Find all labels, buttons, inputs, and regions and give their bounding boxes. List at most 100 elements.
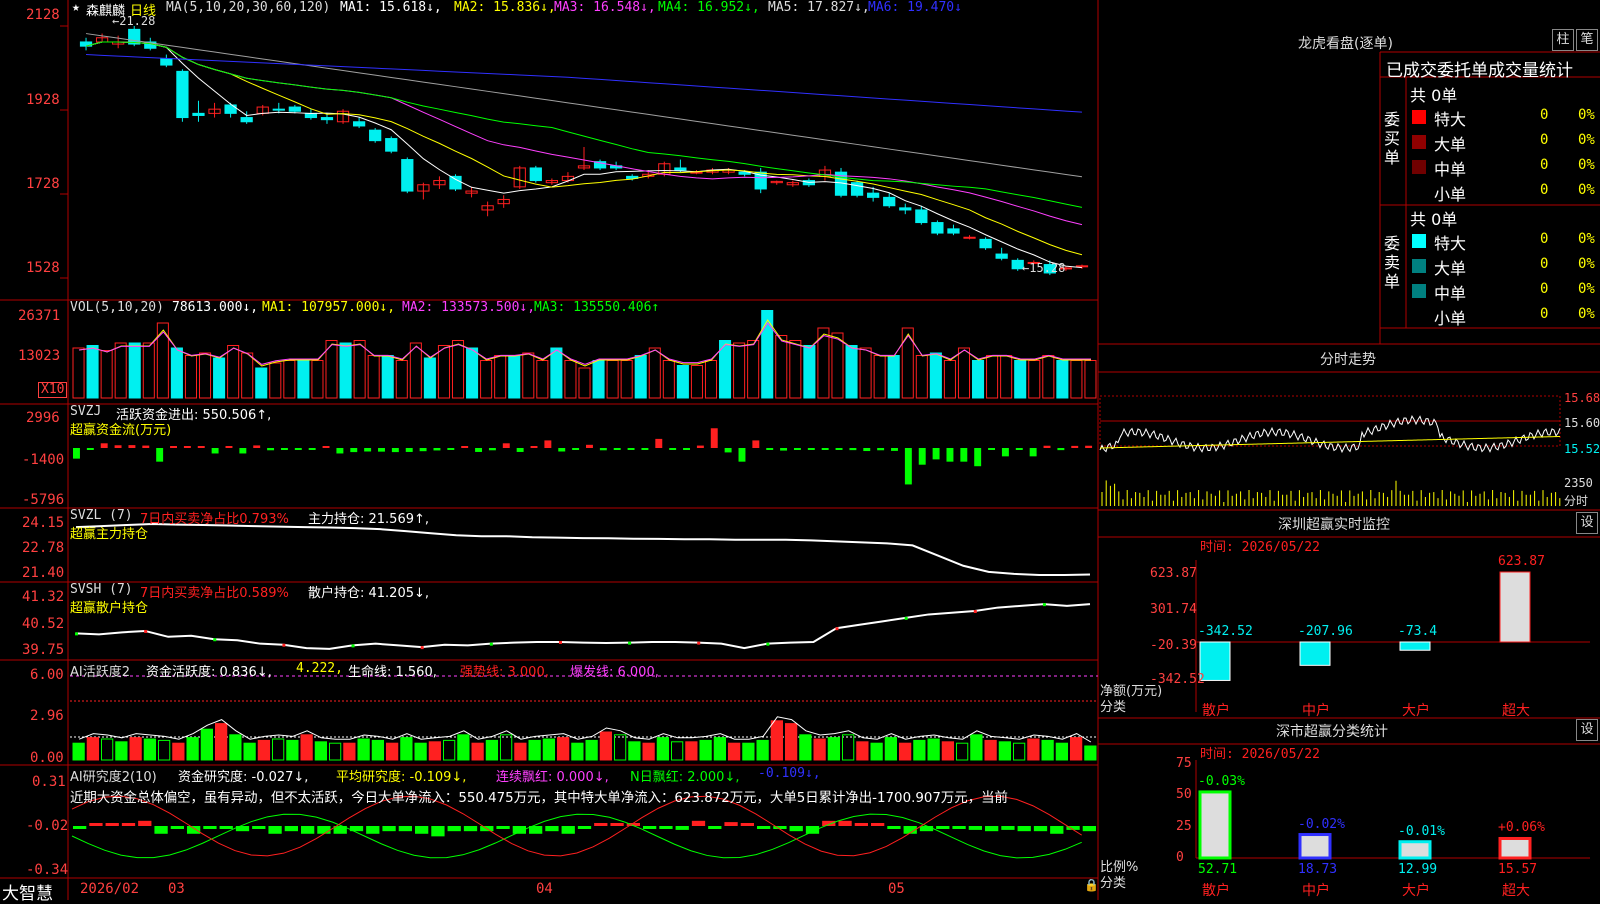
volume-bar [606, 360, 619, 399]
monitor-value: -207.96 [1298, 624, 1353, 639]
flow-bar [821, 448, 829, 450]
volume-bar [943, 360, 956, 399]
volume-bar [170, 347, 183, 399]
ma6-value: MA6: 19.470↓ [868, 0, 962, 15]
holding-marker [558, 640, 562, 644]
activity-bar [614, 734, 627, 761]
volume-bar [972, 360, 985, 399]
candle-body [1075, 265, 1089, 268]
research-bar [708, 826, 722, 829]
flow-bar [502, 443, 510, 448]
activity-bar [272, 738, 285, 761]
flow-bar [766, 448, 774, 450]
research-bar [203, 826, 217, 829]
flow-bar [627, 448, 635, 450]
research-bar [854, 823, 868, 826]
buy-row-value: 0 [1540, 107, 1549, 123]
activity-bar [770, 720, 783, 761]
date-axis-label: 03 [168, 881, 185, 897]
activity-bar [86, 737, 99, 761]
activity-bar [1041, 739, 1054, 761]
flow-bar [114, 445, 122, 448]
volume-bar [86, 345, 99, 399]
volume-bar [845, 345, 858, 399]
holding-marker [489, 642, 493, 646]
tick-mode-button[interactable]: 笔 [1576, 29, 1598, 51]
flow-bar [807, 448, 815, 450]
flow-bar [516, 448, 524, 452]
flow-bar [780, 448, 788, 451]
volume-bar [831, 332, 844, 399]
brand-logo[interactable]: 大智慧 [2, 879, 53, 904]
volume-bar [522, 352, 535, 399]
candle-body [883, 196, 896, 207]
activity-bar [799, 734, 812, 761]
activity-bar [956, 742, 969, 761]
sell-row-pct: 0% [1578, 306, 1595, 322]
volume-bar [1070, 360, 1083, 399]
volume-bar [466, 347, 479, 399]
activity-bar [628, 741, 641, 761]
vol-unit-button[interactable]: X10 [38, 382, 68, 398]
price-high-marker: ←21.28 [112, 14, 156, 28]
volume-bar [662, 360, 675, 399]
flow-bar [378, 448, 385, 452]
flow-bar [613, 448, 621, 450]
class-settings-button[interactable]: 设 [1576, 719, 1598, 741]
holding-marker [282, 643, 286, 647]
flow-bar [1057, 448, 1065, 451]
activity-bar [813, 738, 826, 761]
research-bar [610, 823, 624, 826]
research-bar [952, 826, 966, 829]
ma-line [86, 54, 1083, 113]
volume-bar [929, 352, 942, 399]
volume-bar [873, 355, 886, 399]
research-bar [138, 820, 152, 826]
flow-bar [904, 448, 912, 485]
flow-bar [73, 448, 80, 459]
volume-bar [634, 355, 647, 399]
holding-marker [1042, 603, 1046, 607]
activity-bar [671, 741, 684, 761]
sell-row-name: 小单 [1434, 309, 1467, 328]
volume-bar [184, 355, 197, 399]
main-chart-area[interactable] [0, 0, 1600, 900]
class-axis-label: 25 [1176, 818, 1192, 834]
volume-bar [915, 355, 928, 399]
bar-mode-button[interactable]: 柱 [1552, 29, 1574, 51]
sell-row-pct: 0% [1578, 281, 1595, 297]
volume-bar [578, 367, 591, 399]
flow-bar [586, 444, 593, 448]
flow-bar [1029, 448, 1037, 457]
monitor-settings-button[interactable]: 设 [1576, 512, 1598, 534]
volume-bar [1014, 360, 1027, 399]
vol-axis-label: 13023 [18, 348, 61, 364]
activity-bar [514, 742, 527, 761]
holding-marker [766, 642, 770, 646]
star-icon[interactable]: ★ [72, 0, 80, 15]
intraday-title: 分时走势 [1320, 352, 1376, 368]
activity-bar [870, 742, 883, 761]
activity-bar [257, 739, 270, 761]
volume-bar [339, 342, 352, 399]
volume-bar [733, 342, 746, 399]
main-holding-line [75, 523, 1091, 576]
research-bar [643, 826, 657, 829]
class-axis-label: 75 [1176, 756, 1192, 771]
volume-bar [128, 342, 141, 399]
research-bar [577, 826, 592, 829]
research-bar [187, 826, 201, 834]
ai2-last: -0.109↓, [758, 766, 821, 781]
holding-marker [904, 616, 908, 620]
monitor-category: 超大 [1502, 703, 1530, 719]
sell-order-label: 委卖单 [1384, 234, 1401, 291]
research-bar [1001, 826, 1015, 830]
lock-icon[interactable]: 🔒 [1084, 878, 1099, 892]
monitor-axis-label: -20.39 [1150, 638, 1197, 653]
svzl-axis-label: 21.40 [22, 565, 65, 581]
research-bar [382, 826, 396, 832]
order-stats-title: 已成交委托单成交量统计 [1386, 61, 1573, 81]
class-axis-label: 50 [1176, 787, 1192, 803]
flow-bar [683, 448, 690, 450]
vol-axis-label: 26371 [18, 308, 61, 324]
